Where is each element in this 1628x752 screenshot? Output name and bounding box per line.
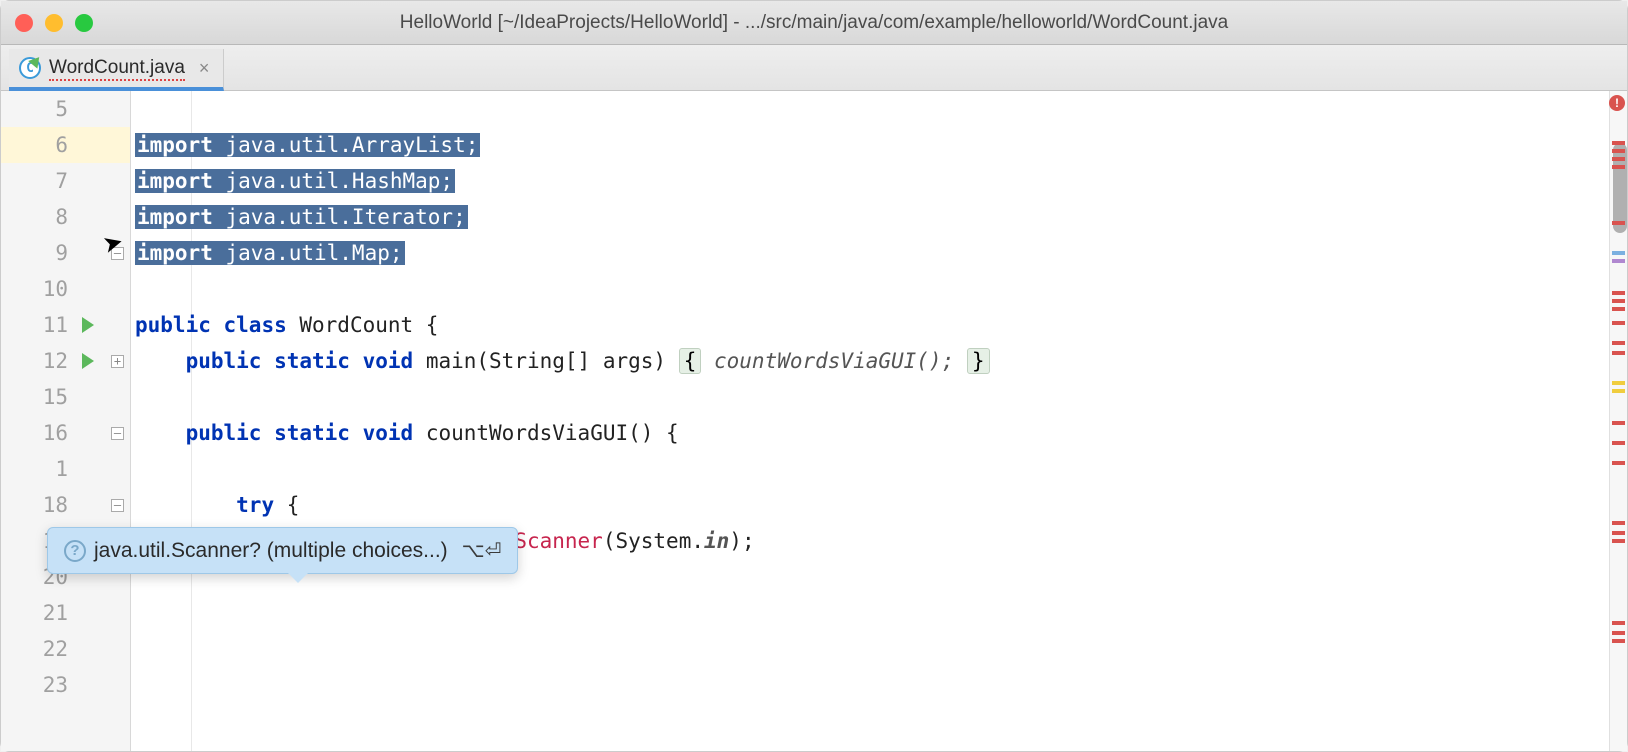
error-marker[interactable] [1612,621,1625,625]
code-line [131,631,1609,667]
line-number: 7 [1,163,130,199]
code-line: public static void countWordsViaGUI() { [131,415,1609,451]
error-marker[interactable] [1612,521,1625,525]
line-number: 11 [1,307,130,343]
fold-toggle-icon[interactable]: + [111,355,124,368]
traffic-lights [15,14,93,32]
line-number: 16– [1,415,130,451]
code-editor[interactable]: import java.util.ArrayList; import java.… [131,91,1609,751]
info-marker[interactable] [1612,259,1625,263]
error-marker[interactable] [1612,531,1625,535]
warning-marker[interactable] [1612,389,1625,393]
run-gutter-icon[interactable] [82,353,94,369]
error-marker[interactable] [1612,165,1625,169]
error-marker[interactable] [1612,639,1625,643]
error-marker[interactable] [1612,321,1625,325]
minimize-window-button[interactable] [45,14,63,32]
error-marker[interactable] [1612,141,1625,145]
warning-marker[interactable] [1612,381,1625,385]
error-marker[interactable] [1612,539,1625,543]
code-line: import java.util.Iterator; [131,199,1609,235]
code-line: public static void main(String[] args) {… [131,343,1609,379]
code-line: try { [131,487,1609,523]
analysis-error-icon[interactable]: ! [1609,95,1625,111]
code-line [131,595,1609,631]
line-number: 10 [1,271,130,307]
question-icon: ? [64,540,86,562]
line-number: 22 [1,631,130,667]
code-line [131,379,1609,415]
line-number: 15 [1,379,130,415]
error-marker[interactable] [1612,291,1625,295]
error-marker[interactable] [1612,461,1625,465]
java-class-icon: C [19,57,41,79]
error-marker[interactable] [1612,441,1625,445]
line-number: 21 [1,595,130,631]
line-number: 6 [1,127,130,163]
close-window-button[interactable] [15,14,33,32]
code-line [131,91,1609,127]
fold-toggle-icon[interactable]: – [111,427,124,440]
code-line: import java.util.HashMap; [131,163,1609,199]
editor-area: 5 6 7 8 9– 10 11 12+ 15 16– 1 18– 19 20 … [1,91,1627,751]
line-number: 18– [1,487,130,523]
editor-tab[interactable]: C WordCount.java × [9,49,224,91]
maximize-window-button[interactable] [75,14,93,32]
error-marker[interactable] [1612,421,1625,425]
line-number: 1 [1,451,130,487]
code-line: public class WordCount { [131,307,1609,343]
tab-close-button[interactable]: × [199,58,210,79]
info-marker[interactable] [1612,251,1625,255]
line-number: 23 [1,667,130,703]
error-marker[interactable] [1612,631,1625,635]
error-stripe[interactable]: ! [1609,91,1627,751]
code-line [131,451,1609,487]
error-marker[interactable] [1612,307,1625,311]
error-marker[interactable] [1612,157,1625,161]
error-marker[interactable] [1612,221,1625,225]
intention-hint-popup[interactable]: ? java.util.Scanner? (multiple choices..… [47,527,518,574]
run-gutter-icon[interactable] [82,317,94,333]
error-marker[interactable] [1612,341,1625,345]
code-line: import java.util.Map; [131,235,1609,271]
code-line [131,667,1609,703]
line-number: 12+ [1,343,130,379]
hint-shortcut: ⌥⏎ [462,538,502,563]
tab-filename: WordCount.java [49,57,185,79]
fold-toggle-icon[interactable]: – [111,499,124,512]
error-marker[interactable] [1612,299,1625,303]
hint-text: java.util.Scanner? (multiple choices...) [94,539,448,563]
window-title: HelloWorld [~/IdeaProjects/HelloWorld] -… [15,12,1613,34]
error-marker[interactable] [1612,351,1625,355]
code-line [131,271,1609,307]
code-line: import java.util.ArrayList; [131,127,1609,163]
editor-tab-bar: C WordCount.java × [1,45,1627,91]
gutter[interactable]: 5 6 7 8 9– 10 11 12+ 15 16– 1 18– 19 20 … [1,91,131,751]
line-number: 5 [1,91,130,127]
window-titlebar: HelloWorld [~/IdeaProjects/HelloWorld] -… [1,1,1627,45]
error-marker[interactable] [1612,149,1625,153]
